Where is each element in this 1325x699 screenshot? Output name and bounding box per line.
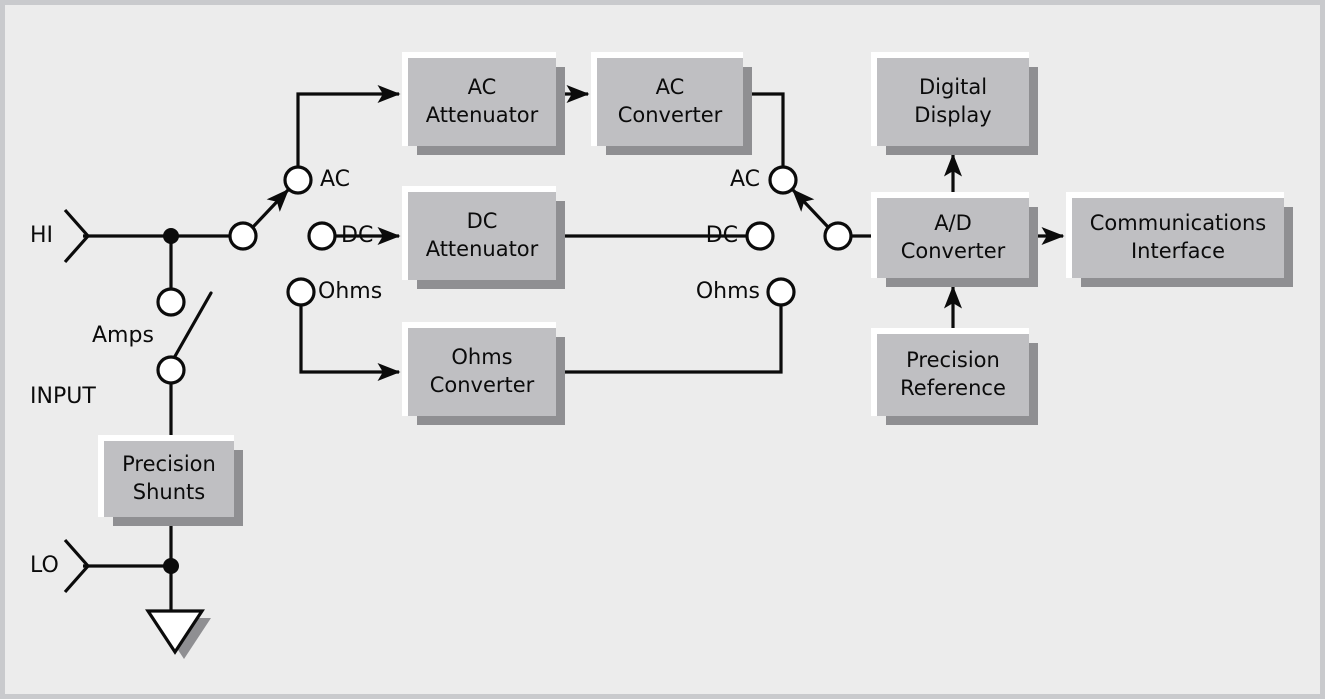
block-label-line2: Interface: [1131, 239, 1225, 263]
block-ad_converter: A/D Converter: [871, 192, 1038, 287]
block-body: [408, 192, 556, 280]
block-ohms_converter: Ohms Converter: [402, 322, 565, 425]
junction-dot-hi: [163, 228, 179, 244]
terminal-label: Ohms: [696, 279, 760, 304]
terminal-label: DC: [341, 223, 373, 248]
block-label-line2: Attenuator: [426, 237, 539, 261]
terminal-sw_right_pivot[interactable]: [823, 221, 853, 251]
terminal-circle[interactable]: [823, 221, 853, 251]
block-label-line1: A/D: [934, 211, 972, 235]
terminal-label: AC: [320, 167, 350, 192]
block-label-line1: AC: [656, 75, 685, 99]
terminal-circle[interactable]: [766, 277, 796, 307]
terminal-circle[interactable]: [745, 221, 775, 251]
junction-dot-lo: [163, 558, 179, 574]
block-ac_attenuator: AC Attenuator: [402, 52, 565, 155]
block-body: [877, 58, 1029, 146]
annotation-lo_label: LO: [30, 553, 59, 578]
annotation-input_label: INPUT: [30, 384, 96, 409]
annotation-amps_label: Amps: [92, 323, 154, 348]
terminal-circle[interactable]: [228, 221, 258, 251]
block-label-line1: AC: [468, 75, 497, 99]
block-label-line1: DC: [467, 209, 498, 233]
terminal-circle[interactable]: [286, 277, 316, 307]
block-digital_display: Digital Display: [871, 52, 1038, 155]
block-comm_interface: Communications Interface: [1066, 192, 1293, 287]
annotation-hi_label: HI: [30, 223, 53, 248]
block-ac_converter: AC Converter: [591, 52, 752, 155]
block-label-line1: Precision: [122, 452, 216, 476]
block-label-line1: Ohms: [451, 345, 512, 369]
terminal-circle[interactable]: [283, 165, 313, 195]
terminal-circle[interactable]: [768, 165, 798, 195]
terminal-amps_top[interactable]: [156, 287, 186, 317]
terminal-label: Ohms: [318, 279, 382, 304]
block-body: [877, 334, 1029, 416]
diagram-canvas: AC Attenuator AC Converter DC Attenuator Ohms C…: [0, 0, 1325, 699]
terminal-sw_right_ohms[interactable]: Ohms: [696, 277, 796, 307]
block-precision_ref: Precision Reference: [871, 328, 1038, 425]
terminal-label: DC: [706, 223, 738, 248]
block-body: [877, 198, 1029, 278]
block-label-line2: Reference: [900, 376, 1006, 400]
terminal-circle[interactable]: [307, 221, 337, 251]
block-label-line1: Communications: [1090, 211, 1266, 235]
block-label-line2: Converter: [618, 103, 723, 127]
block-body: [408, 328, 556, 416]
terminal-sw_left_ohms[interactable]: Ohms: [286, 277, 382, 307]
block-label-line2: Shunts: [133, 480, 205, 504]
terminal-amps_pivot[interactable]: [156, 355, 186, 385]
block-body: [1072, 198, 1284, 278]
block-diagram-figure: AC Attenuator AC Converter DC Attenuator Ohms C…: [0, 0, 1325, 699]
block-body: [408, 58, 556, 146]
block-label-line1: Precision: [906, 348, 1000, 372]
block-precision_shunts: Precision Shunts: [98, 435, 243, 526]
terminal-circle[interactable]: [156, 355, 186, 385]
block-label-line2: Converter: [901, 239, 1006, 263]
block-label-line2: Display: [914, 103, 991, 127]
terminal-sw_left_dc[interactable]: DC: [307, 221, 373, 251]
terminal-sw_left_pivot[interactable]: [228, 221, 258, 251]
terminal-circle[interactable]: [156, 287, 186, 317]
block-dc_attenuator: DC Attenuator: [402, 186, 565, 289]
block-label-line2: Attenuator: [426, 103, 539, 127]
block-body: [597, 58, 743, 146]
terminal-label: AC: [730, 167, 760, 192]
block-label-line2: Converter: [430, 373, 535, 397]
block-label-line1: Digital: [919, 75, 987, 99]
